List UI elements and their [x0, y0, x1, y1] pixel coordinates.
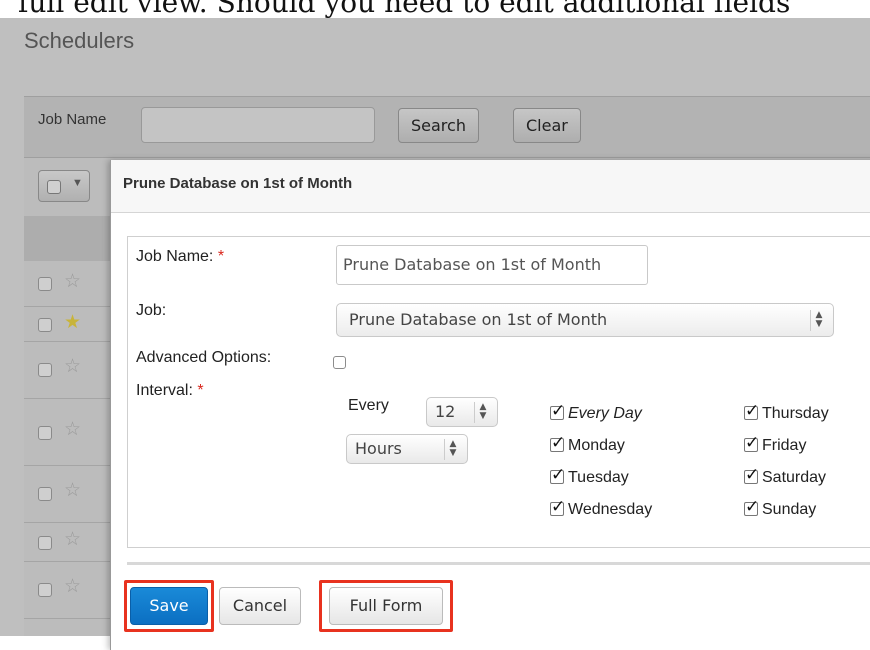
thursday-checkbox[interactable]: Thursday: [744, 401, 829, 423]
star-icon[interactable]: ☆: [64, 530, 81, 550]
every-count-value: 12: [435, 402, 456, 421]
save-button[interactable]: Save: [130, 587, 208, 625]
page-title: Schedulers: [24, 28, 135, 53]
checked-icon: [744, 401, 759, 421]
chevron-down-icon: ▼: [72, 177, 83, 189]
table-row[interactable]: ☆: [24, 466, 114, 523]
row-checkbox[interactable]: [38, 487, 52, 501]
job-label: Job:: [136, 302, 167, 319]
interval-unit-select[interactable]: Hours ▲ ▼: [346, 434, 468, 464]
table-row[interactable]: ☆: [24, 399, 114, 466]
advanced-options-label: Advanced Options:: [136, 349, 272, 366]
checked-icon: [550, 497, 565, 517]
star-filled-icon[interactable]: ★: [64, 313, 81, 333]
row-checkbox[interactable]: [38, 318, 52, 332]
quick-edit-modal: Prune Database on 1st of Month Job Name:…: [110, 160, 870, 650]
star-icon[interactable]: ☆: [64, 577, 81, 597]
sunday-checkbox[interactable]: Sunday: [744, 497, 816, 519]
footer-divider: [127, 562, 870, 565]
job-select[interactable]: Prune Database on 1st of Month ▲ ▼: [336, 303, 834, 337]
row-checkbox[interactable]: [38, 536, 52, 550]
table-row[interactable]: ☆: [24, 342, 114, 399]
form-panel: Job Name: * Prune Database on 1st of Mon…: [127, 236, 870, 548]
saturday-checkbox[interactable]: Saturday: [744, 465, 826, 487]
select-arrows-icon: ▲ ▼: [474, 402, 491, 423]
job-name-label: Job Name: *: [136, 248, 225, 265]
checked-icon: [744, 497, 759, 517]
checked-icon: [744, 465, 759, 485]
table-row[interactable]: ☆: [24, 562, 114, 619]
star-icon[interactable]: ☆: [64, 481, 81, 501]
table-row[interactable]: ☆: [24, 523, 114, 562]
modal-header: Prune Database on 1st of Month: [111, 160, 870, 213]
friday-checkbox[interactable]: Friday: [744, 433, 806, 455]
cropped-doc-text: full edit view. Should you need to edit …: [18, 0, 791, 18]
row-checkbox[interactable]: [38, 426, 52, 440]
checked-icon: [550, 465, 565, 485]
table-row[interactable]: ★: [24, 307, 114, 342]
select-arrows-icon: ▲ ▼: [810, 310, 827, 331]
interval-label: Interval: *: [136, 382, 204, 399]
every-label: Every: [348, 397, 389, 414]
star-icon[interactable]: ☆: [64, 357, 81, 377]
cancel-button[interactable]: Cancel: [219, 587, 301, 625]
checked-icon: [550, 433, 565, 453]
star-icon[interactable]: ☆: [64, 272, 81, 292]
select-all-checkbox[interactable]: [47, 180, 61, 194]
wednesday-checkbox[interactable]: Wednesday: [550, 497, 652, 519]
checked-icon: [744, 433, 759, 453]
filter-bar: Job Name Search Clear: [24, 96, 870, 158]
search-button[interactable]: Search: [398, 108, 479, 143]
job-name-filter-input[interactable]: [141, 107, 375, 143]
modal-title: Prune Database on 1st of Month: [123, 175, 353, 192]
full-form-button[interactable]: Full Form: [329, 587, 443, 625]
monday-checkbox[interactable]: Monday: [550, 433, 625, 455]
interval-unit-value: Hours: [355, 439, 402, 458]
row-checkbox[interactable]: [38, 363, 52, 377]
advanced-options-checkbox[interactable]: [333, 356, 346, 369]
row-checkbox[interactable]: [38, 277, 52, 291]
job-name-filter-label: Job Name: [38, 111, 107, 128]
row-checkbox[interactable]: [38, 583, 52, 597]
checked-icon: [550, 401, 565, 421]
tuesday-checkbox[interactable]: Tuesday: [550, 465, 629, 487]
job-name-field[interactable]: Prune Database on 1st of Month: [336, 245, 648, 285]
select-all-dropdown[interactable]: ▼: [38, 170, 90, 202]
every-count-select[interactable]: 12 ▲ ▼: [426, 397, 498, 427]
job-select-value: Prune Database on 1st of Month: [349, 310, 608, 329]
table-row[interactable]: ☆: [24, 262, 114, 307]
select-arrows-icon: ▲ ▼: [444, 439, 461, 460]
star-icon[interactable]: ☆: [64, 420, 81, 440]
every-day-checkbox[interactable]: Every Day: [550, 401, 642, 423]
clear-button[interactable]: Clear: [513, 108, 581, 143]
